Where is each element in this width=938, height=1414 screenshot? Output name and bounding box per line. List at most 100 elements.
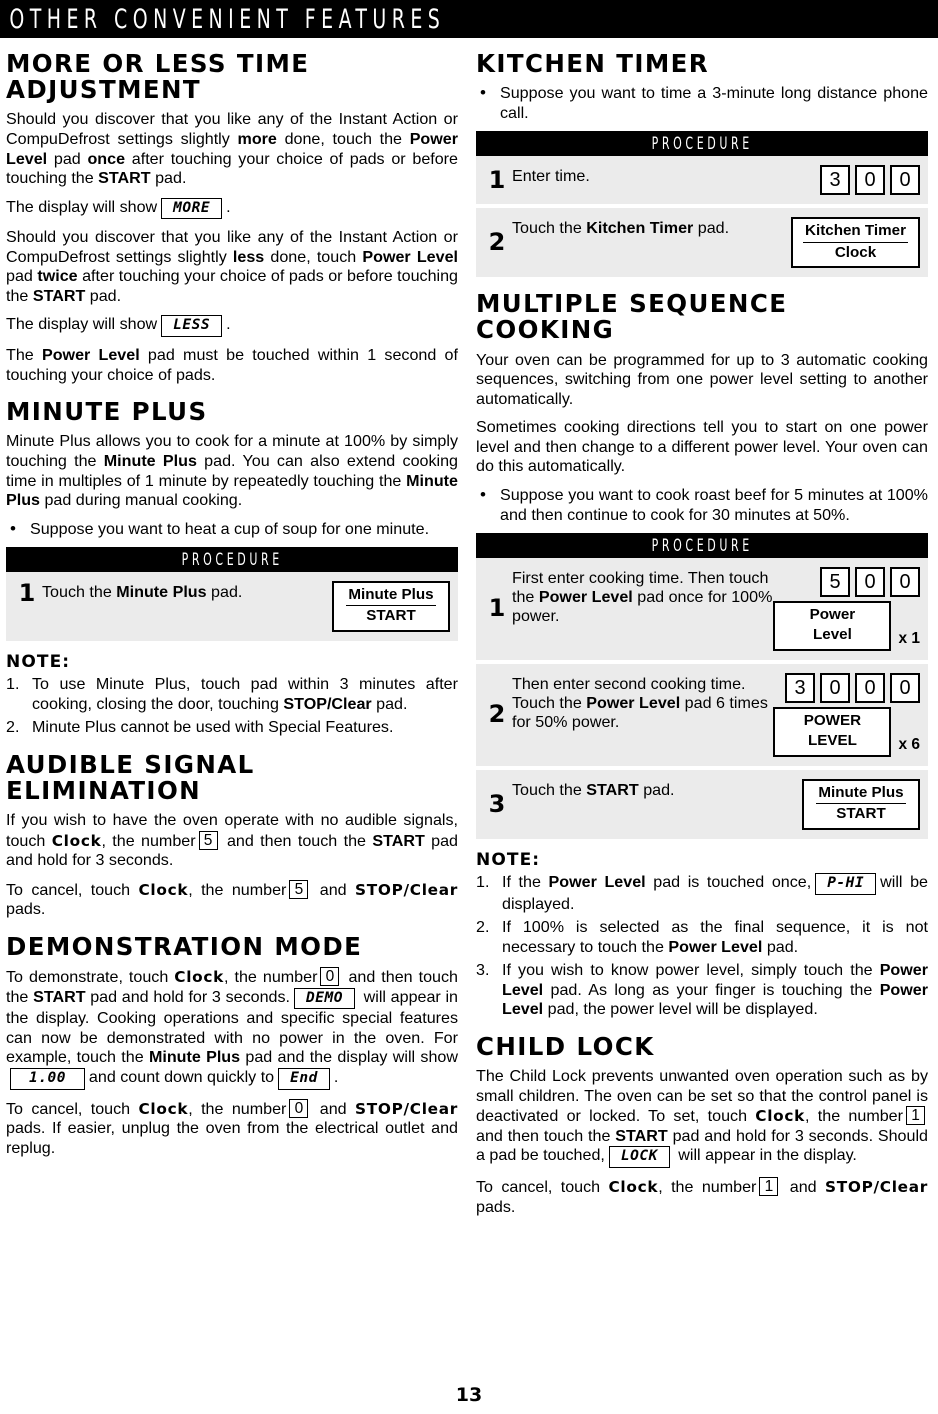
list-item: 3. If you wish to know power level, simpl…	[476, 961, 928, 1020]
number-key[interactable]: 5	[820, 567, 850, 598]
number-key-5[interactable]: 5	[289, 879, 309, 899]
step-illustration: Kitchen Timer Clock	[791, 217, 920, 269]
pad-label-secondary: Level	[813, 626, 852, 644]
page-header-title: OTHER CONVENIENT FEATURES	[9, 3, 446, 35]
procedure-label: PROCEDURE	[651, 535, 753, 556]
press-count-multiplier: x 1	[898, 630, 920, 648]
section-heading-demonstration-mode: DEMONSTRATION MODE	[6, 931, 363, 961]
text: The display will show	[6, 315, 158, 334]
section-heading-audible-signal: AUDIBLE SIGNAL ELIMINATION	[6, 749, 255, 806]
step-number: 2	[488, 228, 506, 257]
left-column: MORE OR LESS TIME ADJUSTMENT Should you …	[6, 38, 458, 1226]
more-less-paragraph-3: The Power Level pad must be touched with…	[6, 346, 458, 385]
number-key[interactable]: 0	[820, 673, 850, 704]
step-number: 3	[488, 789, 506, 818]
text: , the number	[224, 968, 318, 987]
pad-label-primary: Minute Plus	[346, 586, 436, 607]
minute-plus-bullet-list: Suppose you want to heat a cup of soup f…	[6, 519, 458, 540]
number-key[interactable]: 0	[890, 567, 920, 598]
pad-label-primary: Kitchen Timer	[803, 222, 908, 243]
pad-label-primary: Minute Plus	[816, 784, 906, 805]
audible-paragraph-1: If you wish to have the oven operate wit…	[6, 811, 458, 871]
child-lock-paragraph-1: The Child Lock prevents unwanted oven op…	[476, 1067, 928, 1169]
text: To cancel, touch	[6, 1099, 139, 1118]
pad-button-minute-plus-start[interactable]: Minute Plus START	[802, 779, 920, 831]
number-key-0[interactable]: 0	[289, 1098, 309, 1118]
procedure-table-kitchen-timer: PROCEDURE 1 Enter time. 3 0 0 2 Touch th…	[476, 131, 928, 278]
text: , the number	[101, 831, 196, 850]
pad-name-start: START	[33, 987, 86, 1006]
note-number: 1.	[476, 873, 490, 892]
pad-button-kitchen-timer-clock[interactable]: Kitchen Timer Clock	[791, 217, 920, 269]
section-heading-kitchen-timer: KITCHEN TIMER	[476, 49, 710, 78]
pad-label-secondary: Clock	[834, 243, 877, 261]
text: The display will show	[6, 197, 158, 216]
number-key[interactable]: 3	[820, 165, 850, 196]
pad-name-clock: Clock	[51, 831, 102, 850]
section-heading-child-lock: CHILD LOCK	[476, 1031, 655, 1061]
number-key[interactable]: 0	[890, 165, 920, 196]
less-display-line: The display will show LESS.	[6, 315, 458, 338]
demo-paragraph-1: To demonstrate, touch Clock, the number 0…	[6, 967, 458, 1090]
list-item: Suppose you want to heat a cup of soup f…	[6, 519, 458, 540]
note-number: 2.	[6, 718, 20, 737]
number-key-0[interactable]: 0	[320, 967, 340, 986]
number-key[interactable]: 0	[855, 673, 885, 704]
table-row: 3 Touch the START pad. Minute Plus START	[476, 770, 928, 840]
pad-label-secondary: START	[836, 805, 886, 823]
list-item: 1. To use Minute Plus, touch pad within 3…	[6, 675, 458, 714]
text: Touch the	[512, 781, 587, 800]
pad-name-power-level: Power Level	[548, 873, 646, 892]
lcd-display-less: LESS	[161, 315, 223, 338]
text: pads. If easier, unplug the oven from th…	[6, 1119, 458, 1157]
pad-name-stop-clear: STOP/Clear	[355, 1099, 458, 1118]
note-label: NOTE:	[6, 652, 71, 673]
number-key-1[interactable]: 1	[759, 1177, 779, 1196]
text: If you wish to know power level, simply …	[502, 961, 880, 980]
note-number: 1.	[6, 675, 20, 694]
procedure-label: PROCEDURE	[181, 549, 283, 570]
demo-paragraph-2: To cancel, touch Clock, the number 0 and …	[6, 1098, 458, 1159]
section-heading-more-or-less: MORE OR LESS TIME ADJUSTMENT	[6, 49, 310, 105]
text: .	[226, 197, 231, 216]
step-number: 1	[488, 165, 506, 194]
text: and	[311, 1099, 356, 1118]
text: Touch the	[42, 583, 117, 602]
press-count-multiplier: x 6	[898, 736, 920, 754]
pad-with-multiplier: Power Level x 1	[773, 601, 920, 652]
pad-button-minute-plus-start[interactable]: Minute Plus START	[332, 581, 450, 633]
lcd-display-lock: LOCK	[608, 1146, 670, 1169]
step-text: Touch the Minute Plus pad.	[42, 581, 332, 602]
number-key[interactable]: 0	[855, 165, 885, 196]
child-lock-paragraph-2: To cancel, touch Clock, the number 1 and …	[476, 1177, 928, 1217]
step-illustration: Minute Plus START	[332, 581, 450, 633]
number-pad-sequence: 3 0 0 0	[785, 673, 920, 704]
pad-button-power-level[interactable]: Power Level	[773, 601, 892, 652]
text: pad.	[693, 219, 730, 238]
note-label: NOTE:	[476, 850, 541, 871]
text: If the	[502, 873, 549, 892]
text: and then touch the	[476, 1126, 616, 1145]
pad-label-primary: POWER	[803, 712, 862, 730]
text: pad during manual cooking.	[40, 491, 243, 510]
minute-plus-notes: 1. To use Minute Plus, touch pad within 3…	[6, 675, 458, 738]
text: , the number	[805, 1107, 903, 1126]
note-number: 2.	[476, 918, 490, 937]
number-key-5[interactable]: 5	[198, 830, 218, 850]
pad-name-clock: Clock	[138, 880, 189, 899]
kitchen-timer-bullet-list: Suppose you want to time a 3-minute long…	[476, 83, 928, 123]
pad-name-clock: Clock	[138, 1099, 189, 1118]
number-key[interactable]: 0	[855, 567, 885, 598]
text: , the number	[188, 1099, 287, 1118]
pad-name-clock: Clock	[174, 968, 225, 987]
number-key[interactable]: 0	[890, 673, 920, 704]
list-item: Suppose you want to cook roast beef for …	[476, 485, 928, 525]
text: .	[226, 315, 231, 334]
number-key-1[interactable]: 1	[906, 1106, 925, 1126]
emphasis-more: more	[237, 129, 277, 148]
text: pad.	[762, 937, 799, 956]
step-text: Then enter second cooking time. Touch th…	[512, 673, 773, 732]
number-key[interactable]: 3	[785, 673, 815, 704]
text: , the number	[658, 1178, 757, 1197]
pad-button-power-level[interactable]: POWER LEVEL	[773, 707, 892, 758]
